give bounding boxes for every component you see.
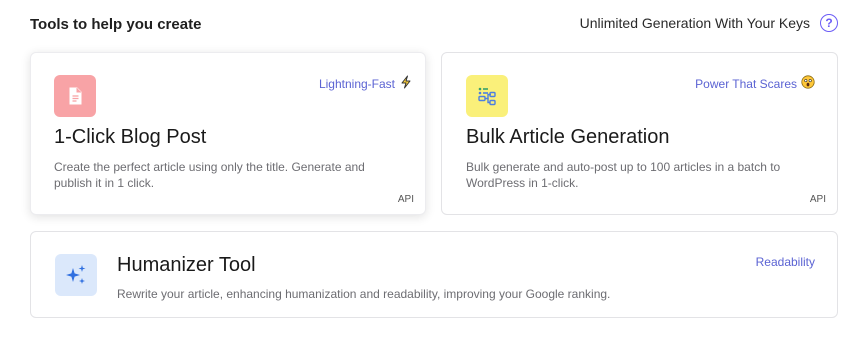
tag-label: Power That Scares [695, 76, 797, 91]
card-title: Humanizer Tool [117, 254, 256, 276]
card-bulk-article-generation[interactable]: Power That Scares Bulk Article Generatio… [441, 52, 838, 215]
api-badge: API [397, 194, 414, 205]
tag-lightning-fast: Lightning-Fast [319, 75, 413, 92]
tag-power-that-scares: Power That Scares [695, 75, 815, 92]
card-description: Create the perfect article using only th… [54, 160, 365, 190]
document-icon [54, 75, 96, 117]
sparkles-icon [55, 254, 97, 296]
unlimited-generation-text: Unlimited Generation With Your Keys [579, 15, 810, 31]
card-1-click-blog-post[interactable]: Lightning-Fast 1-Click Blog Post Create … [30, 52, 426, 215]
flowchart-icon [466, 75, 508, 117]
lightning-icon [399, 75, 413, 92]
section-title: Tools to help you create [30, 16, 202, 33]
card-humanizer-tool[interactable]: Humanizer Tool Rewrite your article, enh… [30, 231, 838, 318]
header-right: Unlimited Generation With Your Keys ? [580, 14, 838, 32]
tag-label: Readability [755, 255, 815, 269]
help-icon[interactable]: ? [820, 14, 838, 32]
api-badge: API [809, 194, 826, 205]
tag-label: Lightning-Fast [318, 76, 395, 91]
tag-readability: Readability [756, 255, 815, 269]
card-title: Bulk Article Generation [466, 126, 670, 148]
tools-section: Tools to help you create Unlimited Gener… [0, 0, 850, 348]
card-description: Rewrite your article, enhancing humaniza… [117, 287, 611, 301]
card-description: Bulk generate and auto-post up to 100 ar… [466, 160, 781, 190]
scared-face-icon [801, 75, 815, 92]
card-title: 1-Click Blog Post [54, 126, 207, 148]
